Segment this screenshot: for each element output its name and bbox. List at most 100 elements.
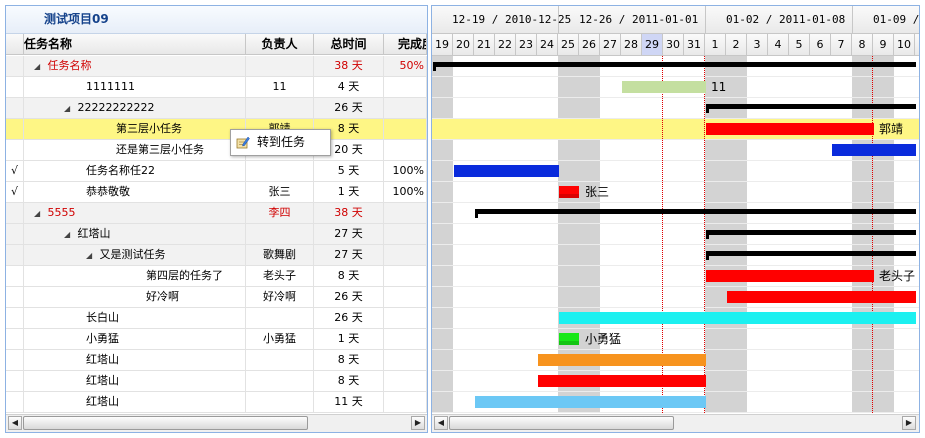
task-bar[interactable]	[727, 291, 916, 303]
task-name-text: 第三层小任务	[116, 122, 182, 135]
task-name-text: 还是第三层小任务	[116, 143, 204, 156]
row-duration-cell-text: 26 天	[334, 290, 363, 303]
task-row[interactable]: 1111111 11 4 天	[6, 77, 427, 98]
row-check-cell	[6, 140, 24, 160]
scroll-right-button[interactable]: ▶	[411, 416, 425, 430]
row-owner-cell	[246, 56, 314, 76]
task-bar[interactable]	[559, 312, 916, 324]
left-horizontal-scrollbar[interactable]: ◀ ▶	[6, 414, 427, 432]
expand-arrow-icon[interactable]: ◢	[34, 204, 44, 223]
timeline-week-header: 12-19 / 2010-12-25 12-26 / 2011-01-01 01-0…	[432, 6, 919, 34]
goto-task-menu-item[interactable]: 转到任务	[233, 132, 328, 153]
task-row[interactable]: 红塔山 11 天	[6, 392, 427, 413]
task-bar[interactable]	[706, 270, 874, 282]
gantt-scroll-thumb[interactable]	[449, 416, 674, 430]
summary-bar[interactable]	[706, 251, 916, 260]
task-row[interactable]: ◢ 任务名称 38 天 50%	[6, 56, 427, 77]
row-percent-cell	[384, 203, 427, 223]
summary-bar[interactable]	[475, 209, 916, 218]
row-owner-cell	[246, 224, 314, 244]
summary-bar[interactable]	[706, 104, 916, 113]
scroll-thumb[interactable]	[23, 416, 308, 430]
row-owner-cell	[246, 308, 314, 328]
expand-arrow-icon[interactable]: ◢	[64, 225, 74, 244]
task-name-text: 红塔山	[77, 227, 111, 240]
task-bar[interactable]	[559, 186, 579, 198]
row-name-cell: 红塔山	[24, 350, 246, 370]
task-bar[interactable]	[475, 396, 706, 408]
summary-bar[interactable]	[706, 230, 916, 239]
expand-arrow-icon[interactable]: ◢	[86, 246, 96, 265]
gantt-row-line	[432, 370, 919, 371]
day-label: 30	[663, 34, 684, 55]
task-bar[interactable]	[454, 165, 559, 177]
day-label: 5	[789, 34, 810, 55]
row-owner-cell-text: 小勇猛	[263, 332, 296, 345]
row-duration-cell-text: 4 天	[337, 80, 360, 93]
project-title-bar: 测试项目09	[6, 6, 427, 34]
task-bar[interactable]	[832, 144, 916, 156]
task-row[interactable]: √ 恭恭敬敬 张三 1 天 100%	[6, 182, 427, 203]
row-name-cell: 还是第三层小任务	[24, 140, 246, 160]
row-check-cell: √	[6, 182, 24, 202]
column-header-owner[interactable]: 负责人	[246, 34, 314, 55]
task-row[interactable]: ◢ 22222222222 26 天	[6, 98, 427, 119]
task-name-text: 22222222222	[77, 101, 155, 114]
row-owner-cell-text: 张三	[268, 185, 291, 198]
row-owner-cell	[246, 161, 314, 181]
day-label: 22	[495, 34, 516, 55]
summary-bar[interactable]	[433, 62, 916, 71]
task-row[interactable]: 小勇猛 小勇猛 1 天	[6, 329, 427, 350]
task-row[interactable]: 红塔山 8 天	[6, 371, 427, 392]
task-row[interactable]: 好冷啊 好冷啊 26 天	[6, 287, 427, 308]
task-bar[interactable]	[706, 123, 874, 135]
task-row[interactable]: 红塔山 8 天	[6, 350, 427, 371]
gantt-body: 11 郭靖 张三 老头子 小勇猛	[432, 56, 919, 413]
task-row[interactable]: 第三层小任务郭靖8 天	[6, 119, 427, 140]
column-header-duration[interactable]: 总时间	[314, 34, 384, 55]
gantt-scroll-left-button[interactable]: ◀	[434, 416, 448, 430]
task-name-text: 第四层的任务了	[146, 269, 223, 282]
task-bar-label: 张三	[585, 185, 610, 199]
task-bar[interactable]	[538, 354, 706, 366]
gantt-row-line	[432, 307, 919, 308]
row-owner-cell	[246, 392, 314, 412]
task-bar[interactable]	[559, 333, 579, 345]
column-header-name[interactable]: 任务名称	[24, 34, 246, 55]
task-row[interactable]: √ 任务名称任22 5 天 100%	[6, 161, 427, 182]
task-bar[interactable]	[538, 375, 706, 387]
row-owner-cell: 歌舞剧	[246, 245, 314, 265]
row-name-cell: 红塔山	[24, 371, 246, 391]
weekend-column	[432, 56, 453, 413]
gantt-scroll-right-button[interactable]: ▶	[902, 416, 916, 430]
gantt-horizontal-scrollbar[interactable]: ◀ ▶	[432, 414, 919, 432]
task-row[interactable]: 第四层的任务了 老头子 8 天	[6, 266, 427, 287]
week-label: 12-26 / 2011-01-01	[559, 6, 706, 33]
task-grid-pane: 测试项目09 任务名称 负责人 总时间 完成度 ◢ 任务名称38 天50%111…	[5, 5, 428, 433]
row-duration-cell: 27 天	[314, 224, 384, 244]
expand-arrow-icon[interactable]: ◢	[64, 99, 74, 118]
task-row[interactable]: ◢ 又是测试任务 歌舞剧 27 天	[6, 245, 427, 266]
scroll-left-button[interactable]: ◀	[8, 416, 22, 430]
row-duration-cell-text: 20 天	[334, 143, 363, 156]
row-check-cell	[6, 224, 24, 244]
task-row[interactable]: ◢ 5555 李四 38 天	[6, 203, 427, 224]
column-header-percent[interactable]: 完成度	[384, 34, 427, 55]
task-row[interactable]: ◢ 红塔山 27 天	[6, 224, 427, 245]
gantt-row-line	[432, 223, 919, 224]
gantt-row-line	[432, 139, 919, 140]
gantt-row-line	[432, 160, 919, 161]
expand-arrow-icon[interactable]: ◢	[34, 57, 44, 76]
task-bar[interactable]	[622, 81, 706, 93]
gantt-row-line	[432, 328, 919, 329]
row-percent-cell: 100%	[384, 161, 427, 181]
row-percent-cell: 50%	[384, 56, 427, 76]
day-label: 1	[705, 34, 726, 55]
day-label: 6	[810, 34, 831, 55]
task-row[interactable]: 还是第三层小任务 20 天	[6, 140, 427, 161]
task-row[interactable]: 长白山 26 天	[6, 308, 427, 329]
row-duration-cell-text: 8 天	[337, 122, 360, 135]
column-header-check[interactable]	[6, 34, 24, 55]
row-owner-cell-text: 歌舞剧	[263, 248, 296, 261]
row-check-cell	[6, 77, 24, 97]
